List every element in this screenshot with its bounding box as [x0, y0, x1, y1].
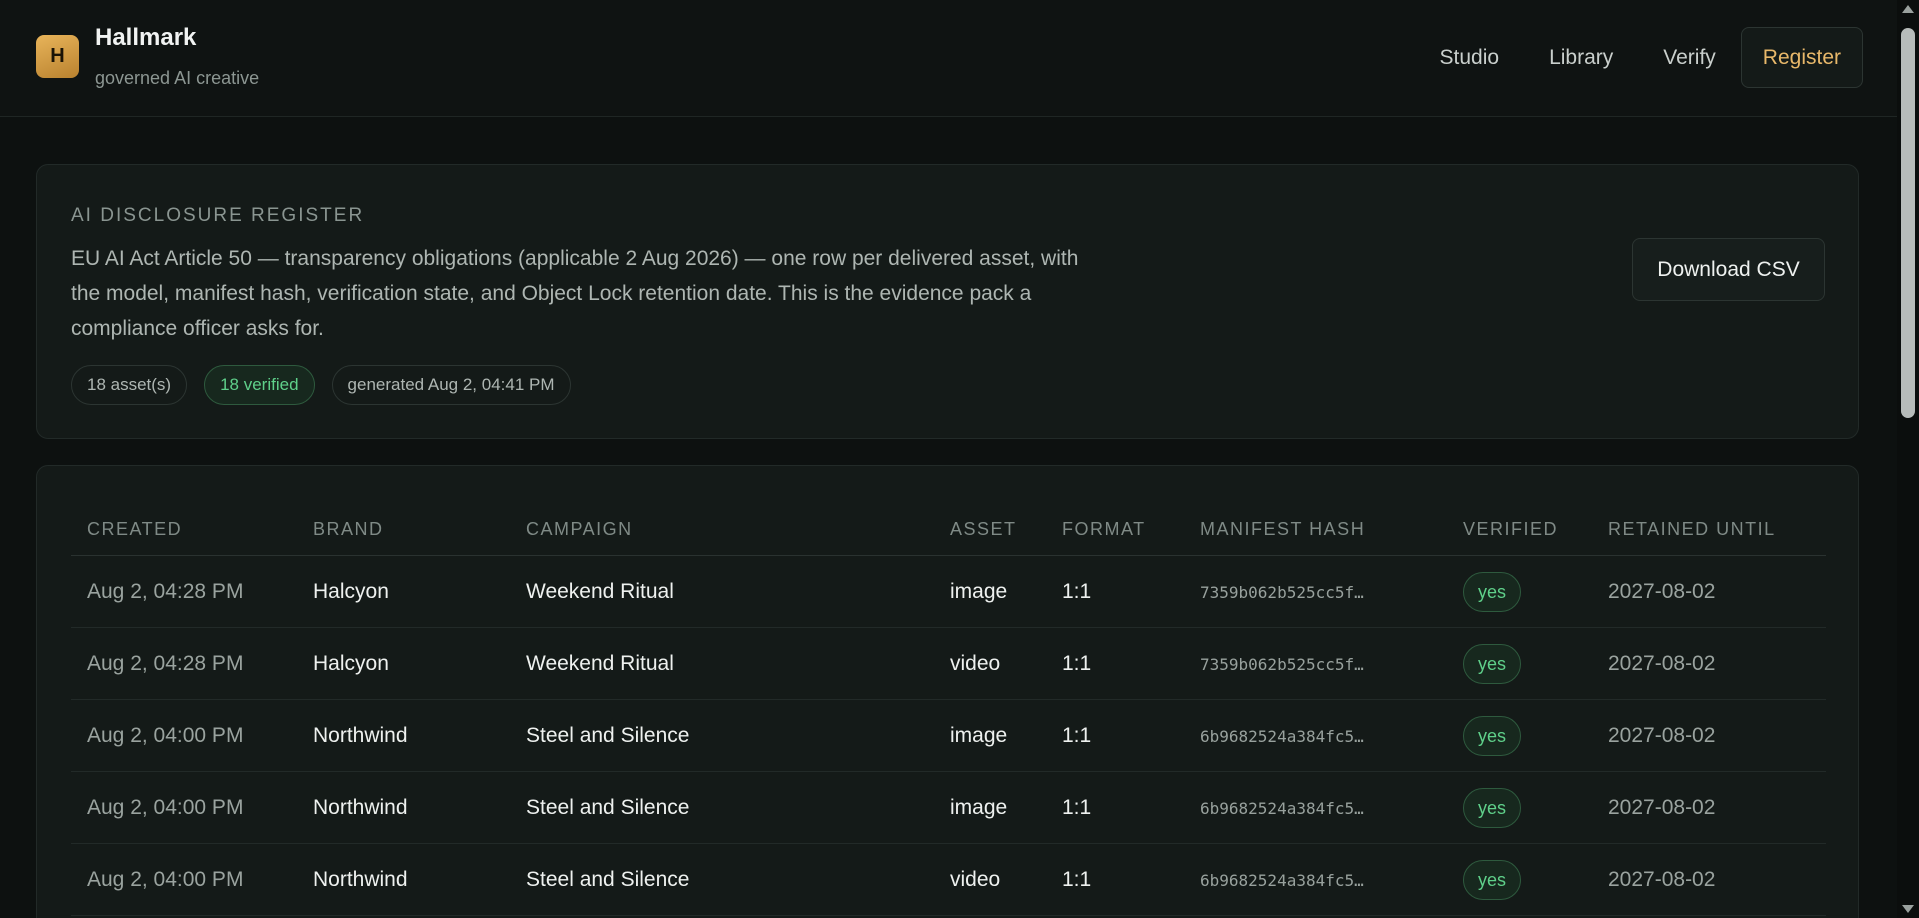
cell-campaign: Steel and Silence — [526, 868, 690, 891]
nav-verify[interactable]: Verify — [1638, 27, 1741, 88]
cell-format: 1:1 — [1062, 580, 1092, 603]
table-row[interactable]: Aug 2, 04:00 PM Northwind Steel and Silenc… — [71, 700, 1826, 772]
cell-asset: video — [950, 652, 1001, 675]
cell-manifest-hash: 7359b062b525cc5f… — [1200, 582, 1364, 602]
scroll-up-arrow-icon[interactable] — [1902, 5, 1914, 13]
cell-manifest-hash: 6b9682524a384fc5… — [1200, 798, 1364, 818]
generated-time-pill: generated Aug 2, 04:41 PM — [331, 365, 571, 405]
cell-created: Aug 2, 04:00 PM — [87, 868, 244, 891]
cell-campaign: Steel and Silence — [526, 724, 690, 747]
cell-brand: Halcyon — [313, 652, 389, 675]
brand-tagline: governed AI creative — [95, 68, 260, 88]
cell-format: 1:1 — [1062, 724, 1092, 747]
cell-verified: yes — [1463, 556, 1522, 628]
table-row[interactable]: Aug 2, 04:00 PM Northwind Steel and Silenc… — [71, 772, 1826, 844]
col-format[interactable]: FORMAT — [1062, 519, 1146, 540]
cell-created: Aug 2, 04:00 PM — [87, 724, 244, 747]
cell-format: 1:1 — [1062, 796, 1092, 819]
cell-campaign: Weekend Ritual — [526, 580, 674, 603]
cell-verified: yes — [1463, 700, 1522, 772]
verified-badge: yes — [1463, 716, 1522, 756]
cell-retained-until: 2027-08-02 — [1608, 796, 1716, 819]
cell-manifest-hash: 6b9682524a384fc5… — [1200, 870, 1364, 890]
cell-verified: yes — [1463, 844, 1522, 916]
cell-asset: image — [950, 796, 1008, 819]
cell-format: 1:1 — [1062, 652, 1092, 675]
table-row[interactable]: Aug 2, 04:00 PM Northwind Steel and Silenc… — [71, 844, 1826, 916]
scroll-thumb[interactable] — [1901, 28, 1915, 418]
register-table: CREATED BRAND CAMPAIGN ASSET FORMAT MANI… — [71, 466, 1826, 916]
table-header: CREATED BRAND CAMPAIGN ASSET FORMAT MANI… — [71, 466, 1826, 556]
col-campaign[interactable]: CAMPAIGN — [526, 519, 633, 540]
col-manifest-hash[interactable]: MANIFEST HASH — [1200, 519, 1365, 540]
table-row[interactable]: Aug 2, 04:28 PM Halcyon Weekend Ritual vide… — [71, 628, 1826, 700]
cell-retained-until: 2027-08-02 — [1608, 868, 1716, 891]
verified-badge: yes — [1463, 572, 1522, 612]
col-retained-until[interactable]: RETAINED UNTIL — [1608, 519, 1776, 540]
nav-register[interactable]: Register — [1740, 27, 1863, 88]
register-title: AI DISCLOSURE REGISTER — [71, 205, 365, 226]
cell-brand: Northwind — [313, 724, 408, 747]
cell-format: 1:1 — [1062, 868, 1092, 891]
cell-brand: Northwind — [313, 868, 408, 891]
cell-brand: Northwind — [313, 796, 408, 819]
col-verified[interactable]: VERIFIED — [1463, 519, 1558, 540]
top-bar: H Hallmark governed AI creative Studio L… — [0, 0, 1897, 117]
cell-retained-until: 2027-08-02 — [1608, 652, 1716, 675]
asset-count-pill: 18 asset(s) — [71, 365, 188, 405]
brand-logo[interactable]: H — [36, 35, 79, 78]
cell-retained-until: 2027-08-02 — [1608, 580, 1716, 603]
main-nav: Studio Library Verify Register — [1415, 27, 1863, 88]
cell-created: Aug 2, 04:00 PM — [87, 796, 244, 819]
brand-name[interactable]: Hallmark — [95, 24, 196, 52]
cell-manifest-hash: 6b9682524a384fc5… — [1200, 726, 1364, 746]
cell-verified: yes — [1463, 628, 1522, 700]
cell-created: Aug 2, 04:28 PM — [87, 652, 244, 675]
table-row[interactable]: Aug 2, 04:28 PM Halcyon Weekend Ritual imag… — [71, 556, 1826, 628]
cell-asset: video — [950, 868, 1001, 891]
cell-asset: image — [950, 724, 1008, 747]
cell-created: Aug 2, 04:28 PM — [87, 580, 244, 603]
register-table-card: CREATED BRAND CAMPAIGN ASSET FORMAT MANI… — [36, 465, 1859, 918]
cell-brand: Halcyon — [313, 580, 389, 603]
summary-pills: 18 asset(s) 18 verified generated Aug 2,… — [71, 365, 571, 405]
nav-library[interactable]: Library — [1524, 27, 1638, 88]
cell-retained-until: 2027-08-02 — [1608, 724, 1716, 747]
cell-manifest-hash: 7359b062b525cc5f… — [1200, 654, 1364, 674]
cell-campaign: Weekend Ritual — [526, 652, 674, 675]
register-summary-card: AI DISCLOSURE REGISTER EU AI Act Article… — [36, 164, 1859, 439]
verified-badge: yes — [1463, 644, 1522, 684]
verified-badge: yes — [1463, 860, 1522, 900]
cell-verified: yes — [1463, 772, 1522, 844]
col-created[interactable]: CREATED — [87, 519, 182, 540]
verified-badge: yes — [1463, 788, 1522, 828]
vertical-scrollbar[interactable] — [1897, 0, 1919, 918]
table-body: Aug 2, 04:28 PM Halcyon Weekend Ritual imag… — [71, 556, 1826, 916]
nav-studio[interactable]: Studio — [1415, 27, 1525, 88]
verified-count-pill: 18 verified — [204, 365, 315, 405]
register-description: EU AI Act Article 50 — transparency obli… — [71, 247, 1079, 340]
cell-asset: image — [950, 580, 1008, 603]
download-csv-button[interactable]: Download CSV — [1632, 238, 1825, 301]
cell-campaign: Steel and Silence — [526, 796, 690, 819]
col-asset[interactable]: ASSET — [950, 519, 1017, 540]
scroll-down-arrow-icon[interactable] — [1902, 905, 1914, 913]
col-brand[interactable]: BRAND — [313, 519, 384, 540]
